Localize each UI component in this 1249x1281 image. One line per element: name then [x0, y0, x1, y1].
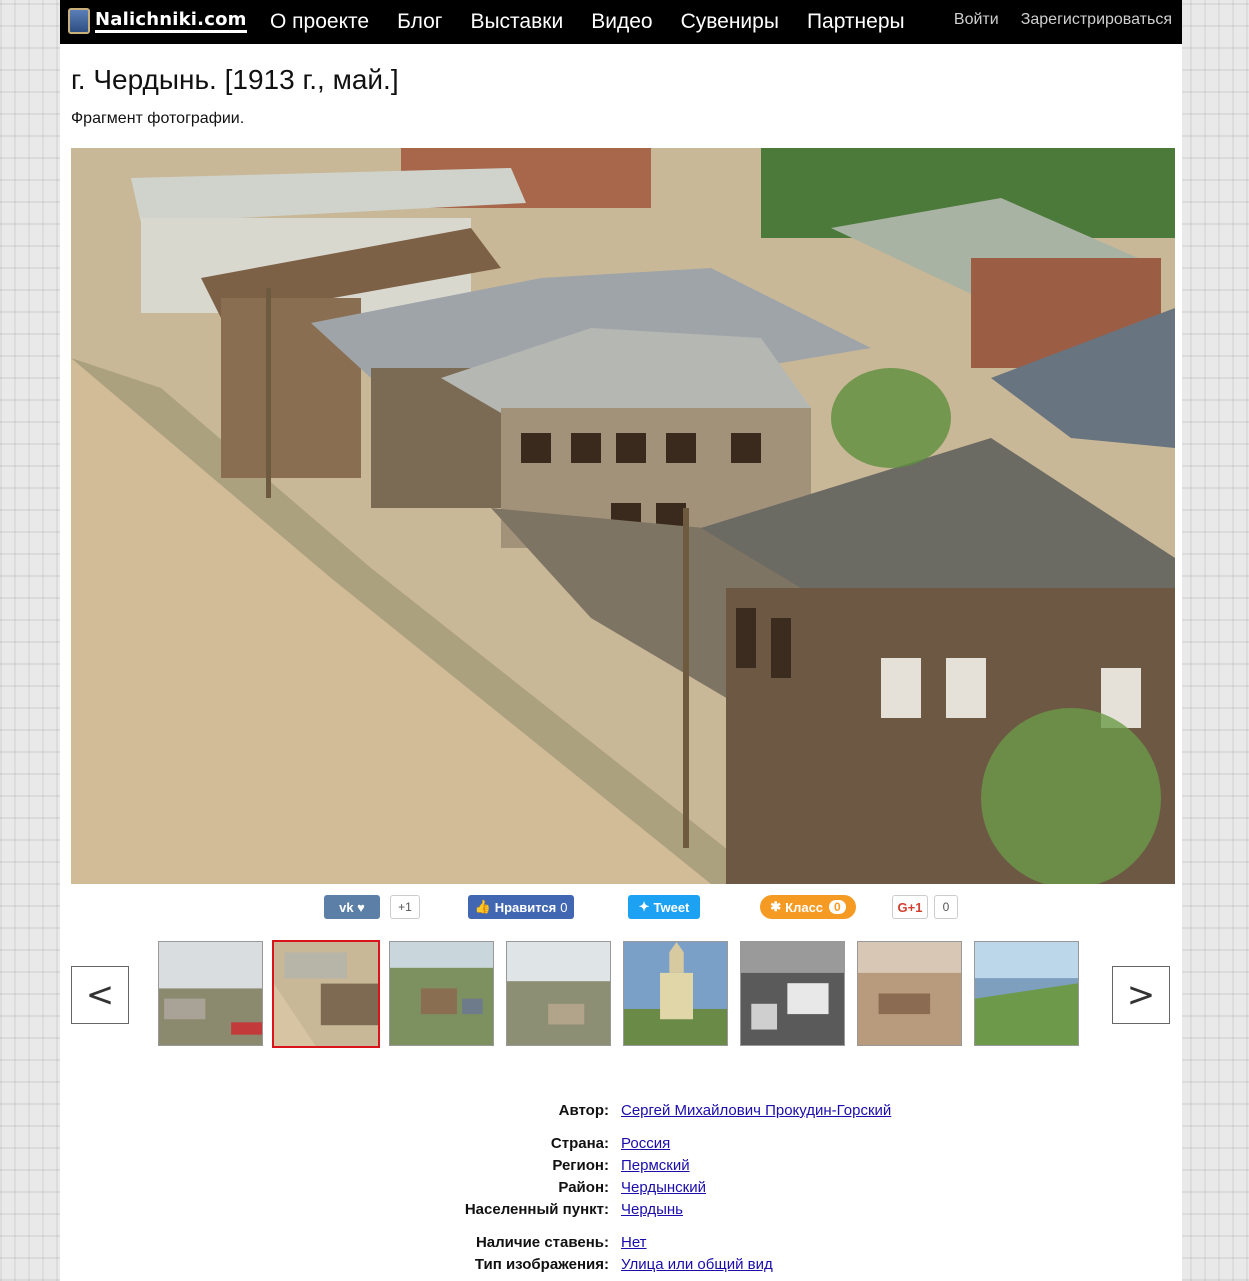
- site-logo[interactable]: Nalichniki.com: [68, 6, 247, 36]
- carousel-thumbnail[interactable]: [974, 941, 1079, 1046]
- carousel-thumbnail[interactable]: [740, 941, 845, 1046]
- twitter-bird-icon: ✦: [638, 899, 650, 914]
- image-type-label: Тип изображения:: [474, 1256, 609, 1273]
- ok-label: Класс: [785, 899, 824, 915]
- logo-icon: [68, 8, 90, 34]
- gplus-button[interactable]: G+1: [892, 895, 928, 919]
- thumbnail-image: [507, 942, 610, 1045]
- logo-text: Nalichniki.com: [95, 9, 247, 33]
- gplus-count: 0: [934, 895, 958, 919]
- thumbnail-image: [975, 942, 1078, 1045]
- tweet-label: Tweet: [653, 899, 690, 915]
- fb-like-label: Нравится: [494, 899, 557, 915]
- detail-country: Страна: Россия: [60, 1135, 1182, 1157]
- thumbnail-image: [858, 942, 961, 1045]
- odnoklassniki-button[interactable]: ✱ Класс 0: [760, 895, 856, 919]
- register-link[interactable]: Зарегистрироваться: [1021, 0, 1172, 40]
- facebook-like-button[interactable]: 👍 Нравится 0: [468, 895, 574, 919]
- settlement-link[interactable]: Чердынь: [621, 1201, 683, 1218]
- country-link[interactable]: Россия: [621, 1135, 670, 1152]
- photo-carousel: < >: [60, 940, 1182, 1050]
- thumbs-up-icon: 👍: [474, 899, 491, 914]
- detail-district: Район: Чердынский: [60, 1179, 1182, 1201]
- carousel-thumbnail[interactable]: [158, 941, 263, 1046]
- vk-like-button[interactable]: vk ♥: [324, 895, 380, 919]
- nav-souvenirs[interactable]: Сувениры: [681, 0, 779, 44]
- ok-count: 0: [829, 900, 846, 914]
- vk-icon: vk ♥: [339, 899, 365, 915]
- detail-settlement: Населенный пункт: Чердынь: [60, 1201, 1182, 1223]
- thumbnail-image: [624, 942, 727, 1045]
- main-nav: О проекте Блог Выставки Видео Сувениры П…: [270, 0, 933, 44]
- page-title: г. Чердынь. [1913 г., май.]: [71, 64, 399, 95]
- carousel-thumbnail[interactable]: [623, 941, 728, 1046]
- vk-count: +1: [390, 895, 420, 919]
- tweet-button[interactable]: ✦ Tweet: [628, 895, 700, 919]
- carousel-prev-button[interactable]: <: [71, 966, 129, 1024]
- main-photo[interactable]: [71, 148, 1175, 884]
- detail-shutters: Наличие ставень: Нет: [60, 1234, 1182, 1256]
- region-link[interactable]: Пермский: [621, 1157, 690, 1174]
- thumbnail-image: [159, 942, 262, 1045]
- region-label: Регион:: [552, 1157, 609, 1174]
- nav-partners[interactable]: Партнеры: [807, 0, 905, 44]
- country-label: Страна:: [550, 1135, 609, 1152]
- carousel-next-button[interactable]: >: [1112, 966, 1170, 1024]
- district-label: Район:: [558, 1179, 609, 1196]
- shutters-link[interactable]: Нет: [621, 1234, 647, 1251]
- detail-image-type: Тип изображения: Улица или общий вид: [60, 1256, 1182, 1278]
- main-photo-image: [71, 148, 1175, 884]
- thumbnail-image: [274, 942, 378, 1046]
- social-buttons: vk ♥ +1 👍 Нравится 0 ✦ Tweet ✱ Класс 0 G…: [60, 895, 1182, 925]
- carousel-thumbnail[interactable]: [389, 941, 494, 1046]
- nav-video[interactable]: Видео: [591, 0, 652, 44]
- ok-icon: ✱: [770, 899, 782, 914]
- page-subtitle: Фрагмент фотографии.: [71, 110, 245, 127]
- top-navbar: Nalichniki.com О проекте Блог Выставки В…: [60, 0, 1182, 44]
- thumbnail-image: [741, 942, 844, 1045]
- settlement-label: Населенный пункт:: [464, 1201, 609, 1218]
- detail-region: Регион: Пермский: [60, 1157, 1182, 1179]
- carousel-thumbnail[interactable]: [857, 941, 962, 1046]
- login-link[interactable]: Войти: [954, 0, 999, 40]
- detail-author: Автор: Сергей Михайлович Прокудин-Горски…: [60, 1102, 1182, 1124]
- shutters-label: Наличие ставень:: [475, 1234, 609, 1251]
- nav-about[interactable]: О проекте: [270, 0, 369, 44]
- carousel-thumbnail[interactable]: [506, 941, 611, 1046]
- fb-like-count: 0: [560, 899, 568, 915]
- auth-links: Войти Зарегистрироваться: [932, 0, 1172, 40]
- nav-blog[interactable]: Блог: [397, 0, 442, 44]
- district-link[interactable]: Чердынский: [621, 1179, 706, 1196]
- nav-exhibitions[interactable]: Выставки: [470, 0, 563, 44]
- image-type-link[interactable]: Улица или общий вид: [621, 1256, 773, 1273]
- author-link[interactable]: Сергей Михайлович Прокудин-Горский: [621, 1102, 891, 1119]
- page-container: Nalichniki.com О проекте Блог Выставки В…: [60, 0, 1182, 1281]
- thumbnail-image: [390, 942, 493, 1045]
- author-label: Автор:: [558, 1102, 609, 1119]
- carousel-thumbnail-active[interactable]: [272, 940, 380, 1048]
